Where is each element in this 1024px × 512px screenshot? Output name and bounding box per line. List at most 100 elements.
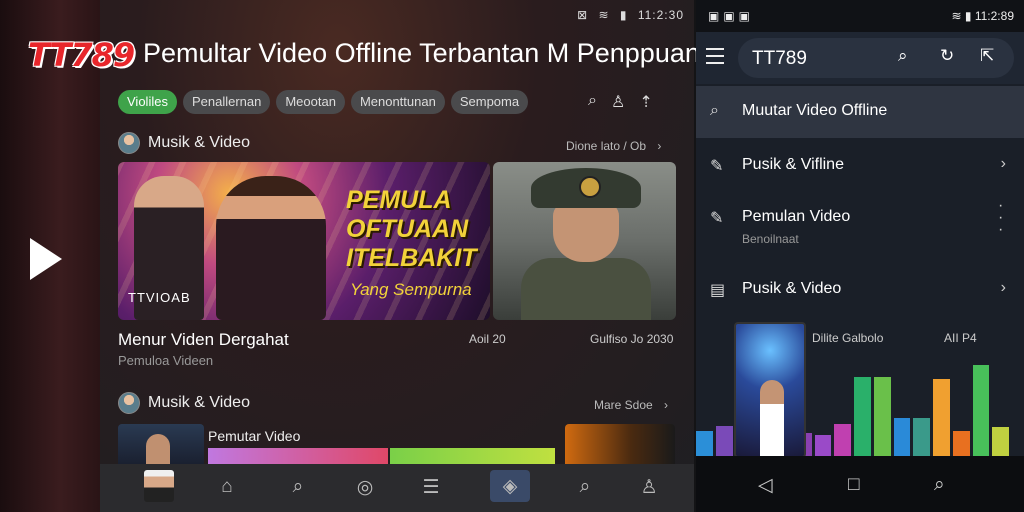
visualizer-meta: AII P4 [944,331,977,345]
chip-penallernan[interactable]: Penallernan [182,90,271,114]
visualizer-bar [814,435,832,456]
status-time: 11:2:30 [637,8,684,22]
phone-status-time: 11:2:89 [974,9,1014,23]
profile-avatar[interactable] [144,470,174,502]
strip-title: Pemutar Video [208,428,301,444]
menu-item-music-offline[interactable]: ✎ Pusik & Vifline › [696,140,1024,192]
poster-title: PEMULA OFTUAAN ITELBAKIT [346,186,477,272]
visualizer-bar [854,377,871,456]
bottom-navigation: ⌂ ⌕ ◎ ☰ ◈ ⌕ ♙ [100,464,694,512]
section-avatar [118,132,140,154]
section-title: Musik & Video [148,394,250,411]
notification-icons: ▣▣▣ [708,9,755,23]
search-icon[interactable]: ⌕ [570,472,600,502]
back-icon[interactable]: ◁ [758,474,773,497]
android-nav-bar: ◁ □ ⌕ [696,456,1024,512]
chip-violiles[interactable]: Violiles [118,90,177,114]
location-icon[interactable]: ◎ [350,472,380,502]
see-more-link[interactable]: Mare Sdoe › [594,398,668,412]
wifi-icon: ≋ [598,8,610,22]
visualizer-bar [893,418,911,456]
battery-icon: ▮ [964,9,972,23]
screen: ⊠ ≋ ▮ 11:2:30 TT789 Pemultar Video Offli… [0,0,1024,512]
visualizer-bar [873,377,891,456]
video-strip-2[interactable] [390,448,555,464]
library-icon[interactable]: ☰ [416,472,446,502]
menu-item-video-player[interactable]: ✎ Pemulan Video Benoilnaat · · · [696,192,1024,256]
visualizer-bar [972,365,990,456]
visualizer-bar [696,431,713,456]
video-title[interactable]: Menur Viden Dergahat [118,330,289,350]
visualizer-bar [913,418,930,456]
section-header[interactable]: Musik & Video [118,392,250,414]
video-subtitle: Pemuloa Videen [118,353,214,368]
account-icon[interactable]: ♙ [634,472,664,502]
chevron-right-icon: › [664,398,669,412]
play-icon[interactable] [30,238,62,280]
side-video-preview[interactable] [0,0,100,512]
search-icon: ⌕ [710,102,719,119]
video-thumbnail-4[interactable] [565,424,675,464]
status-bar: ⊠ ≋ ▮ 11:2:30 [571,8,684,22]
video-meta-info: Gulfiso Jo 2030 [590,332,674,346]
person-figure [146,434,170,464]
visualizer-bar [952,431,970,456]
chip-menonttunan[interactable]: Menonttunan [350,90,445,114]
home-icon[interactable]: □ [848,474,859,496]
person-face [553,202,619,262]
page-title: Pemultar Video Offline Terbantan M Penpp… [143,38,700,68]
chevron-right-icon: › [1000,155,1006,172]
upload-icon[interactable]: ⇡ [639,92,652,112]
chip-sempoma[interactable]: Sempoma [450,90,529,114]
share-icon[interactable]: ⇱ [980,46,994,66]
visualizer-bar [933,379,950,456]
video-thumbnail-3[interactable] [118,424,204,464]
search-icon[interactable]: ⌕ [898,46,908,66]
video-thumbnail-2[interactable] [493,162,676,320]
chip-meootan[interactable]: Meootan [276,90,345,114]
category-chips: Violiles Penallernan Meootan Menonttunan… [118,90,529,114]
search-text: TT789 [752,48,807,69]
brand-logo[interactable]: TT789 [28,36,135,74]
edit-icon: ✎ [710,158,724,175]
signal-icon: ▮ [619,8,628,22]
singer-figure [216,176,326,320]
poster-tagline: Yang Sempurna [350,280,472,299]
wifi-icon: ≋ [951,9,962,23]
player-icon[interactable]: ◈ [490,470,530,502]
phone-status-bar: ▣▣▣ ≋ ▮ 11:2:89 [696,0,1024,32]
see-more-link[interactable]: Dione lato / Ob › [566,139,661,153]
user-icon[interactable]: ♙ [611,92,625,112]
video-strip-1[interactable] [208,448,388,464]
person-body [521,258,651,320]
search-icon[interactable]: ⌕ [588,92,597,112]
phone-panel: ▣▣▣ ≋ ▮ 11:2:89 TT789 ⌕ ↻ ⇱ ⌕ Muutar Vid… [696,0,1024,512]
more-options-icon[interactable]: · · · [998,198,1004,238]
edit-icon: ✎ [710,210,724,227]
menu-item-music-video[interactable]: ▤ Pusik & Video › [696,264,1024,316]
home-icon[interactable]: ⌂ [212,472,242,502]
visualizer-bar [992,427,1009,456]
phone-search-bar[interactable]: TT789 ⌕ ↻ ⇱ [738,38,1014,78]
section-avatar [118,392,140,414]
header-actions: ⌕ ♙ ⇡ [588,92,653,112]
featured-video-thumbnail[interactable]: PEMULA OFTUAAN ITELBAKIT Yang Sempurna T… [118,162,490,320]
refresh-icon[interactable]: ↻ [940,46,954,66]
video-meta-date: Aoil 20 [469,332,506,346]
chevron-right-icon: › [1000,279,1006,296]
visualizer-label: Dilite Galbolo [812,331,884,345]
poster-logo: TTVIOAB [128,290,191,305]
menu-icon[interactable] [706,48,724,64]
performer-figure [760,380,784,456]
notification-icon: ⊠ [577,8,589,22]
menu-item-offline-player[interactable]: ⌕ Muutar Video Offline [696,86,1024,138]
visualizer-bar [715,426,733,456]
chevron-right-icon: › [657,139,662,153]
search-icon[interactable]: ⌕ [283,472,313,502]
section-header[interactable]: Musik & Video [118,132,250,154]
folder-icon: ▤ [710,282,726,299]
assistant-icon[interactable]: ⌕ [934,474,945,496]
phone-top-bar: TT789 ⌕ ↻ ⇱ [696,32,1024,84]
now-playing-thumbnail[interactable] [734,322,806,458]
visualizer-bar [834,424,851,456]
